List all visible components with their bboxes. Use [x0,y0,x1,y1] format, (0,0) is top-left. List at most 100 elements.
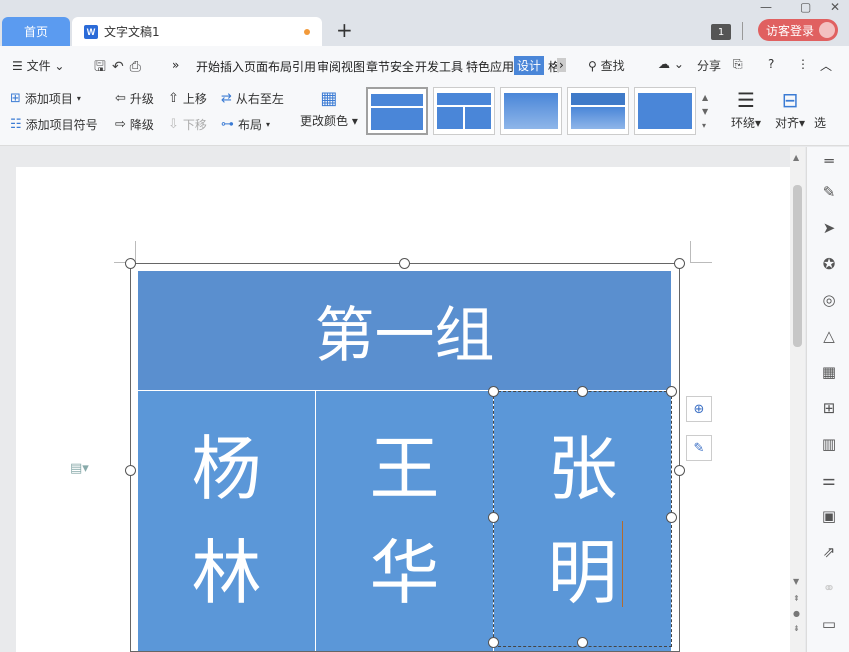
menu-bar: ☰ 文件 ⌄ 🖫↶⎙ » 开始 插入 页面布局 引用 审阅 视图 章节 安全 开… [0,46,849,84]
shape-handle[interactable] [577,637,588,648]
badge-icon[interactable]: ✪ [819,254,839,274]
tabs-scroll-right-icon[interactable]: › [557,58,566,72]
tab-review[interactable]: 审阅 [317,58,341,75]
select-browse-icon[interactable]: ● [793,609,800,618]
settings-sliders-icon[interactable]: ⚌ [819,470,839,490]
tab-special-apps[interactable]: 特色应用 [466,58,514,75]
style-float-button[interactable]: ✎ [686,435,712,461]
chart-icon[interactable]: ▥ [819,434,839,454]
guest-login-button[interactable]: 访客登录 [758,19,838,41]
tab-chapter[interactable]: 章节 [366,58,390,75]
tab-developer[interactable]: 开发工具 [415,58,463,75]
shape-handle[interactable] [488,637,499,648]
add-bullet-icon: ☷ [10,117,22,132]
move-down-button[interactable]: ⇩ 下移 [168,116,207,133]
shape-handle[interactable] [666,512,677,523]
tab-page-layout[interactable]: 页面布局 [244,58,292,75]
move-up-button[interactable]: ⇧ 上移 [168,90,207,107]
palette-icon: ▦ [320,88,338,109]
search-button[interactable]: ⚲ 查找 [588,57,625,74]
layout-label: 布局 [238,118,263,132]
minimize-button[interactable]: — [760,0,772,14]
undo-icon[interactable]: ↶ [112,59,130,75]
shapes-icon[interactable]: ◎ [819,290,839,310]
tab-view[interactable]: 视图 [341,58,365,75]
wrap-button[interactable]: ☰ 环绕▾ [726,88,766,131]
align-button[interactable]: ⊟ 对齐▾ [770,88,810,131]
smartart-name-shape[interactable]: 杨 林 [138,391,315,651]
resize-handle[interactable] [674,465,685,476]
window-count-badge[interactable]: 1 [711,24,731,40]
export-icon[interactable]: ⇗ [819,542,839,562]
select-button[interactable]: 选 [814,88,844,131]
add-bullet-button[interactable]: ☷ 添加项目符号 [10,116,98,133]
tab-references[interactable]: 引用 [292,58,316,75]
resize-handle[interactable] [674,258,685,269]
smartart-graphic[interactable]: 第一组 杨 林 王 华 张 明 [130,263,680,652]
demote-icon: ⇨ [115,117,126,132]
scroll-up-icon[interactable]: ▲ [793,153,799,162]
style-option-1[interactable] [366,87,428,135]
add-shape-float-button[interactable]: ⊕ [686,396,712,422]
style-option-3[interactable] [500,87,562,135]
resize-handle[interactable] [125,258,136,269]
more-options-icon[interactable]: ⋮ [797,57,809,71]
right-to-left-button[interactable]: ⇄ 从右至左 [221,90,284,107]
share-button[interactable]: 分享 [697,57,721,74]
prev-page-icon[interactable]: ⇞ [793,594,800,603]
image-icon[interactable]: ▣ [819,506,839,526]
next-page-icon[interactable]: ⇟ [793,624,800,633]
print-icon[interactable]: ⎙ [130,59,147,75]
cloud-sync-icon[interactable]: ☁ ⌄ [658,57,684,71]
style-option-2[interactable] [433,87,495,135]
grid-icon[interactable]: ⊞ [819,398,839,418]
tab-design[interactable]: 设计 [514,56,545,75]
close-window-button[interactable]: ✕ [830,0,840,14]
arrow-down-icon: ⇩ [168,117,179,132]
resize-handle[interactable] [399,258,410,269]
maximize-button[interactable]: ▢ [800,0,811,14]
collapse-ribbon-icon[interactable]: ︿ [820,57,832,74]
scroll-down-icon[interactable]: ▼ [793,577,799,586]
vertical-scrollbar[interactable]: ▲ ▼ ⇞ ● ⇟ [790,147,805,652]
gallery-scroll[interactable]: ▲ ▼ ▾ [702,91,708,133]
shape-handle[interactable] [666,386,677,397]
document-tab[interactable]: W 文字文稿1 [72,17,322,46]
tab-security[interactable]: 安全 [390,58,414,75]
new-tab-button[interactable]: + [336,18,353,42]
archive-icon[interactable]: ▭ [819,614,839,634]
scrollbar-thumb[interactable] [793,185,802,347]
chevron-down-icon: ▾ [266,120,271,129]
tab-start[interactable]: 开始 [196,58,220,75]
change-color-button[interactable]: ▦ 更改颜色 ▾ [300,88,358,129]
chevron-down-icon: ▾ [76,94,81,103]
table-icon[interactable]: ▦ [819,362,839,382]
collapse-pane-icon[interactable]: ═ [819,151,839,171]
fill-icon[interactable]: △ [819,326,839,346]
paragraph-icon[interactable]: ▤▾ [70,461,89,476]
pointer-icon[interactable]: ➤ [819,218,839,238]
add-item-icon: ⊞ [10,91,21,106]
demote-button[interactable]: ⇨ 降级 [115,116,154,133]
help-button[interactable]: ? [768,57,774,71]
promote-button[interactable]: ⇦ 升级 [115,90,154,107]
resize-handle[interactable] [125,465,136,476]
file-menu-button[interactable]: ☰ 文件 ⌄ [12,57,64,74]
home-tab[interactable]: 首页 [2,17,70,46]
select-icon [814,88,844,114]
smartart-name-shape[interactable]: 王 华 [316,391,493,651]
add-item-button[interactable]: ⊞ 添加项目 ▾ [10,90,81,107]
collaborate-icon[interactable]: ⎘ [733,57,743,72]
more-tabs-button[interactable]: » [172,58,179,72]
shape-handle[interactable] [488,512,499,523]
save-icon[interactable]: 🖫 [94,59,112,75]
tab-insert[interactable]: 插入 [220,58,244,75]
style-option-4[interactable] [567,87,629,135]
shape-handle[interactable] [488,386,499,397]
style-option-5[interactable] [634,87,696,135]
pen-icon[interactable]: ✎ [819,182,839,202]
shape-handle[interactable] [577,386,588,397]
select-label: 选 [814,116,827,130]
smartart-header-shape[interactable]: 第一组 [138,271,671,390]
layout-button[interactable]: ⊶ 布局 ▾ [221,116,270,133]
